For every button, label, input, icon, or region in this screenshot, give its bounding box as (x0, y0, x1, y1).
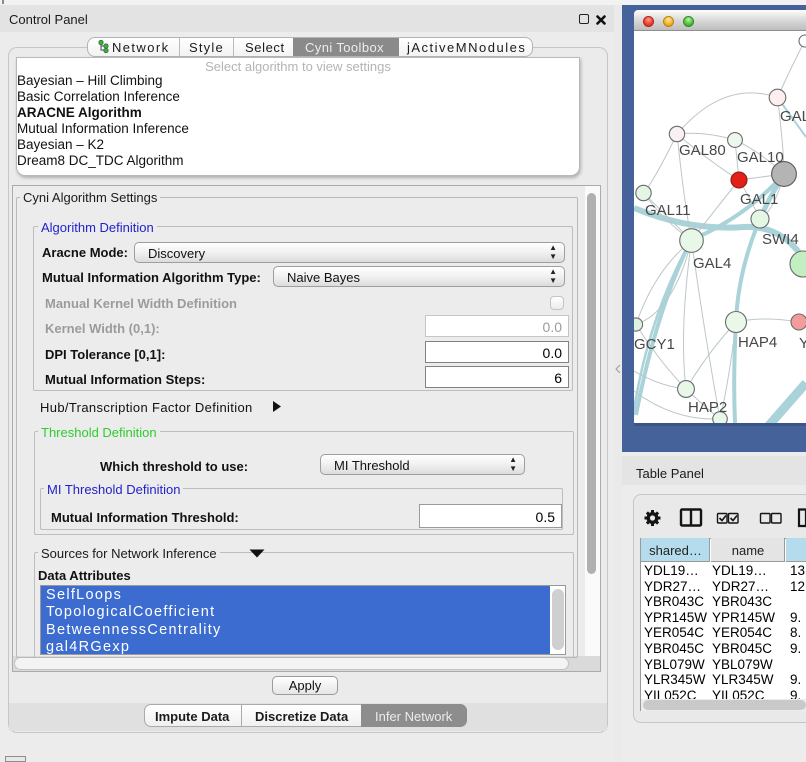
svg-text:GAL4: GAL4 (693, 255, 731, 272)
svg-text:HAP4: HAP4 (738, 334, 777, 351)
svg-text:GCY1: GCY1 (634, 336, 675, 353)
svg-text:GAL10: GAL10 (737, 149, 784, 166)
svg-text:HAP2: HAP2 (688, 399, 727, 416)
svg-text:GAL: GAL (780, 108, 806, 125)
svg-text:Y: Y (799, 335, 806, 352)
svg-text:GAL1: GAL1 (740, 191, 778, 208)
svg-text:GAL80: GAL80 (679, 142, 726, 159)
svg-text:GAL11: GAL11 (645, 202, 691, 219)
svg-text:SWI4: SWI4 (762, 231, 799, 248)
